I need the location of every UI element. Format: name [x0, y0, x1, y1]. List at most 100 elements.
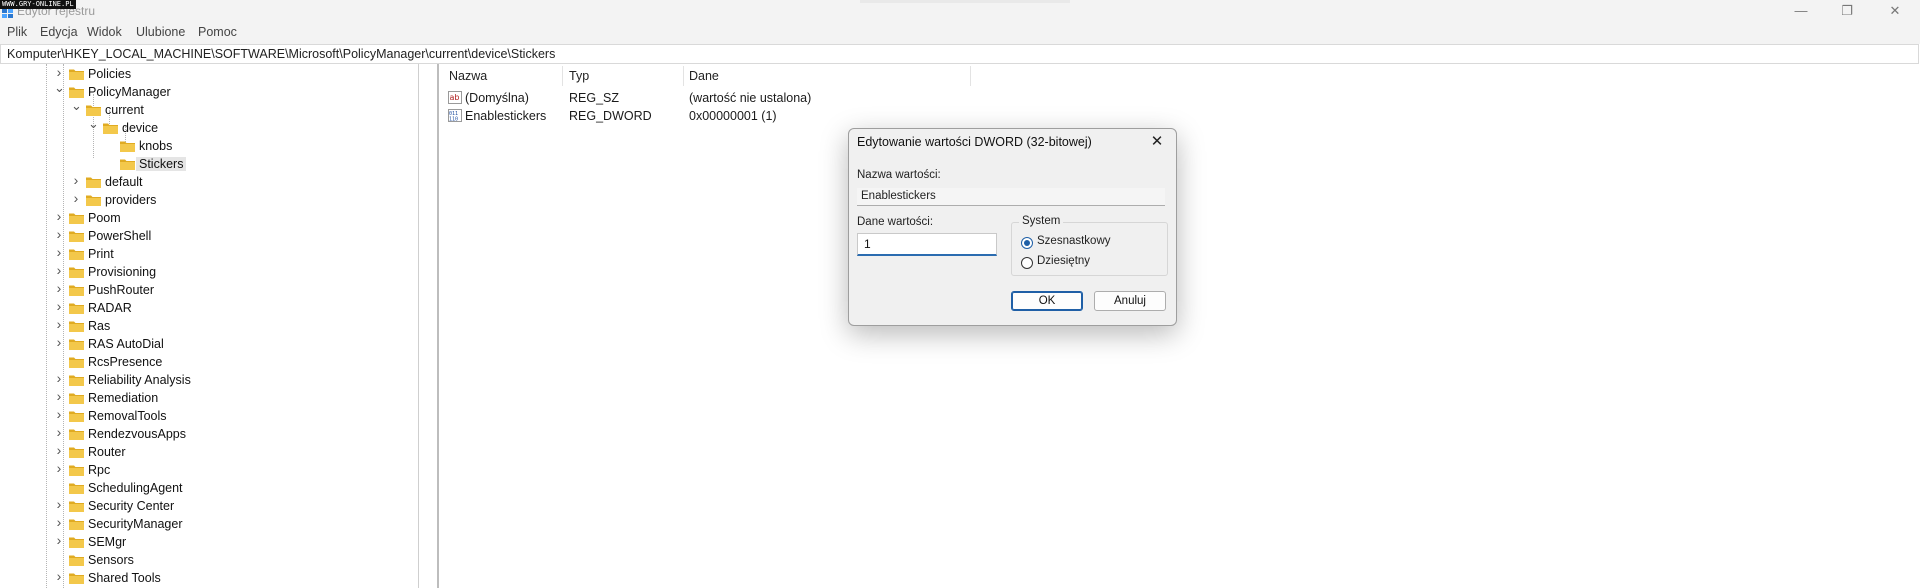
tree-item[interactable]: › SEMgr — [0, 533, 430, 552]
value-name: (Domyślna) — [465, 91, 529, 105]
tree-item[interactable]: › RemovalTools — [0, 407, 430, 426]
chevron-right-icon[interactable]: › — [54, 317, 64, 331]
tree-item[interactable]: › providers — [0, 191, 430, 210]
tree-item[interactable]: › Remediation — [0, 389, 430, 408]
column-header-name[interactable]: Nazwa — [449, 69, 487, 83]
maximize-button[interactable]: ❐ — [1824, 2, 1870, 20]
value-name: Enablestickers — [465, 109, 547, 123]
value-row[interactable]: 011 110 Enablestickers REG_DWORD 0x00000… — [440, 108, 1040, 126]
column-divider[interactable] — [970, 66, 971, 86]
tree-item-label: SEMgr — [88, 535, 127, 549]
chevron-right-icon[interactable]: › — [54, 497, 64, 511]
folder-icon — [68, 283, 85, 297]
tree-item[interactable]: SchedulingAgent — [0, 480, 430, 498]
radio-hexadecimal-label[interactable]: Szesnastkowy — [1037, 235, 1111, 247]
folder-icon — [102, 121, 119, 135]
value-data-input[interactable] — [857, 233, 997, 256]
tree-item[interactable]: › Reliability Analysis — [0, 371, 430, 390]
chevron-right-icon[interactable]: › — [54, 263, 64, 277]
column-header-type[interactable]: Typ — [569, 69, 589, 83]
tree-item[interactable]: › Rpc — [0, 461, 430, 480]
chevron-right-icon[interactable]: › — [54, 209, 64, 223]
tree-item[interactable]: › PowerShell — [0, 227, 430, 246]
address-bar[interactable]: Komputer\HKEY_LOCAL_MACHINE\SOFTWARE\Mic… — [0, 44, 1919, 64]
tree-item[interactable]: › default — [0, 173, 430, 192]
cancel-button[interactable]: Anuluj — [1094, 291, 1166, 311]
folder-icon — [68, 427, 85, 441]
chevron-right-icon[interactable]: › — [54, 443, 64, 457]
chevron-down-icon[interactable]: ⌄ — [88, 117, 99, 130]
pane-splitter[interactable] — [437, 64, 439, 588]
key-tree[interactable]: › Policies ⌄ PolicyManager ⌄ current ⌄ device kn… — [0, 64, 437, 588]
tree-item-label: Shared Tools — [88, 571, 161, 585]
close-window-button[interactable]: ✕ — [1872, 2, 1918, 20]
chevron-right-icon[interactable]: › — [54, 461, 64, 475]
chevron-right-icon[interactable]: › — [54, 533, 64, 547]
tree-item[interactable]: RcsPresence — [0, 354, 430, 372]
folder-icon — [119, 157, 136, 171]
value-row[interactable]: ab (Domyślna) REG_SZ (wartość nie ustalo… — [440, 90, 1040, 108]
folder-icon — [119, 139, 136, 153]
chevron-right-icon[interactable]: › — [54, 245, 64, 259]
radio-decimal[interactable] — [1021, 257, 1033, 269]
values-list[interactable]: Nazwa Typ Dane ab (Domyślna) REG_SZ (war… — [440, 64, 1920, 588]
tree-item-label: PowerShell — [88, 229, 152, 243]
minimize-button[interactable]: — — [1778, 2, 1824, 20]
folder-icon — [85, 175, 102, 189]
menu-view[interactable]: Widok — [87, 25, 122, 39]
column-divider[interactable] — [683, 66, 684, 86]
registry-editor-icon — [2, 9, 13, 18]
chevron-right-icon[interactable]: › — [54, 371, 64, 385]
folder-icon — [68, 265, 85, 279]
chevron-down-icon[interactable]: ⌄ — [71, 99, 82, 112]
column-divider[interactable] — [562, 66, 563, 86]
tree-item[interactable]: Stickers — [0, 156, 430, 174]
chevron-right-icon[interactable]: › — [54, 65, 64, 79]
edit-dword-dialog: Edytowanie wartości DWORD (32-bitowej) ✕… — [848, 128, 1177, 326]
chevron-right-icon[interactable]: › — [54, 281, 64, 295]
tree-item[interactable]: ⌄ device — [0, 117, 430, 138]
chevron-right-icon[interactable]: › — [71, 173, 81, 187]
column-header-data[interactable]: Dane — [689, 69, 719, 83]
tree-item[interactable]: › PushRouter — [0, 281, 430, 300]
dialog-close-button[interactable]: ✕ — [1144, 131, 1170, 153]
radio-hexadecimal[interactable] — [1021, 237, 1033, 249]
tree-item-label: RemovalTools — [88, 409, 167, 423]
tree-item[interactable]: › Poom — [0, 209, 430, 228]
menu-help[interactable]: Pomoc — [198, 25, 237, 39]
svg-text:ab: ab — [450, 93, 460, 102]
tree-item[interactable]: › SecurityManager — [0, 515, 430, 534]
chevron-down-icon[interactable]: ⌄ — [54, 81, 65, 94]
tree-item[interactable]: › RendezvousApps — [0, 425, 430, 444]
address-path[interactable]: Komputer\HKEY_LOCAL_MACHINE\SOFTWARE\Mic… — [7, 47, 555, 61]
menu-edit[interactable]: Edycja — [40, 25, 78, 39]
tree-item[interactable]: Sensors — [0, 552, 430, 570]
chevron-right-icon[interactable]: › — [71, 191, 81, 205]
tree-item[interactable]: › Security Center — [0, 497, 430, 516]
tree-item[interactable]: › RAS AutoDial — [0, 335, 430, 354]
menu-favorites[interactable]: Ulubione — [136, 25, 185, 39]
tree-item[interactable]: › Router — [0, 443, 430, 462]
chevron-right-icon[interactable]: › — [54, 425, 64, 439]
ok-button[interactable]: OK — [1011, 291, 1083, 311]
chevron-right-icon[interactable]: › — [54, 515, 64, 529]
folder-icon — [68, 463, 85, 477]
tree-item[interactable]: ⌄ PolicyManager — [0, 81, 430, 102]
tree-item[interactable]: › Shared Tools — [0, 569, 430, 588]
chevron-right-icon[interactable]: › — [54, 299, 64, 313]
chevron-right-icon[interactable]: › — [54, 407, 64, 421]
tree-item[interactable]: › Provisioning — [0, 263, 430, 282]
chevron-right-icon[interactable]: › — [54, 335, 64, 349]
menu-file[interactable]: Plik — [7, 25, 27, 39]
chevron-right-icon[interactable]: › — [54, 389, 64, 403]
tree-item[interactable]: ⌄ current — [0, 99, 430, 120]
tree-item[interactable]: › RADAR — [0, 299, 430, 318]
chevron-right-icon[interactable]: › — [54, 227, 64, 241]
tree-item[interactable]: knobs — [0, 138, 430, 156]
folder-icon — [85, 193, 102, 207]
tree-item[interactable]: › Ras — [0, 317, 430, 336]
radio-decimal-label[interactable]: Dziesiętny — [1037, 255, 1090, 267]
tree-item[interactable]: › Print — [0, 245, 430, 264]
tree-item-label: PushRouter — [88, 283, 155, 297]
chevron-right-icon[interactable]: › — [54, 569, 64, 583]
